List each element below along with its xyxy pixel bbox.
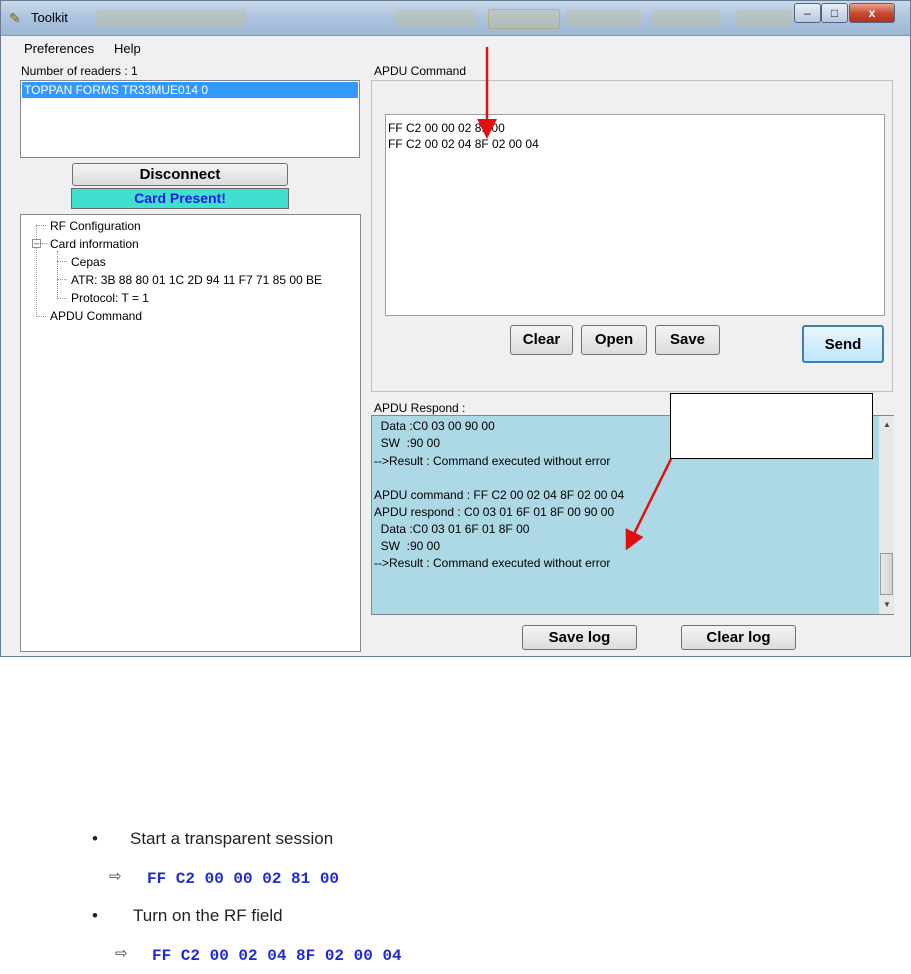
bullet-marker: •	[92, 829, 98, 848]
code-command: FF C2 00 02 04 8F 02 00 04	[152, 947, 402, 965]
code-command: FF C2 00 00 02 81 00	[147, 870, 340, 888]
arrow-icon: ⇨	[109, 868, 122, 885]
annotation-arrow-result	[625, 458, 673, 551]
bullet-marker: •	[92, 906, 98, 925]
bullet-text: Start a transparent session	[130, 829, 334, 848]
annotation-arrows	[477, 47, 673, 551]
arrow-icon: ⇨	[115, 945, 128, 962]
bullet-text: Turn on the RF field	[133, 906, 283, 925]
